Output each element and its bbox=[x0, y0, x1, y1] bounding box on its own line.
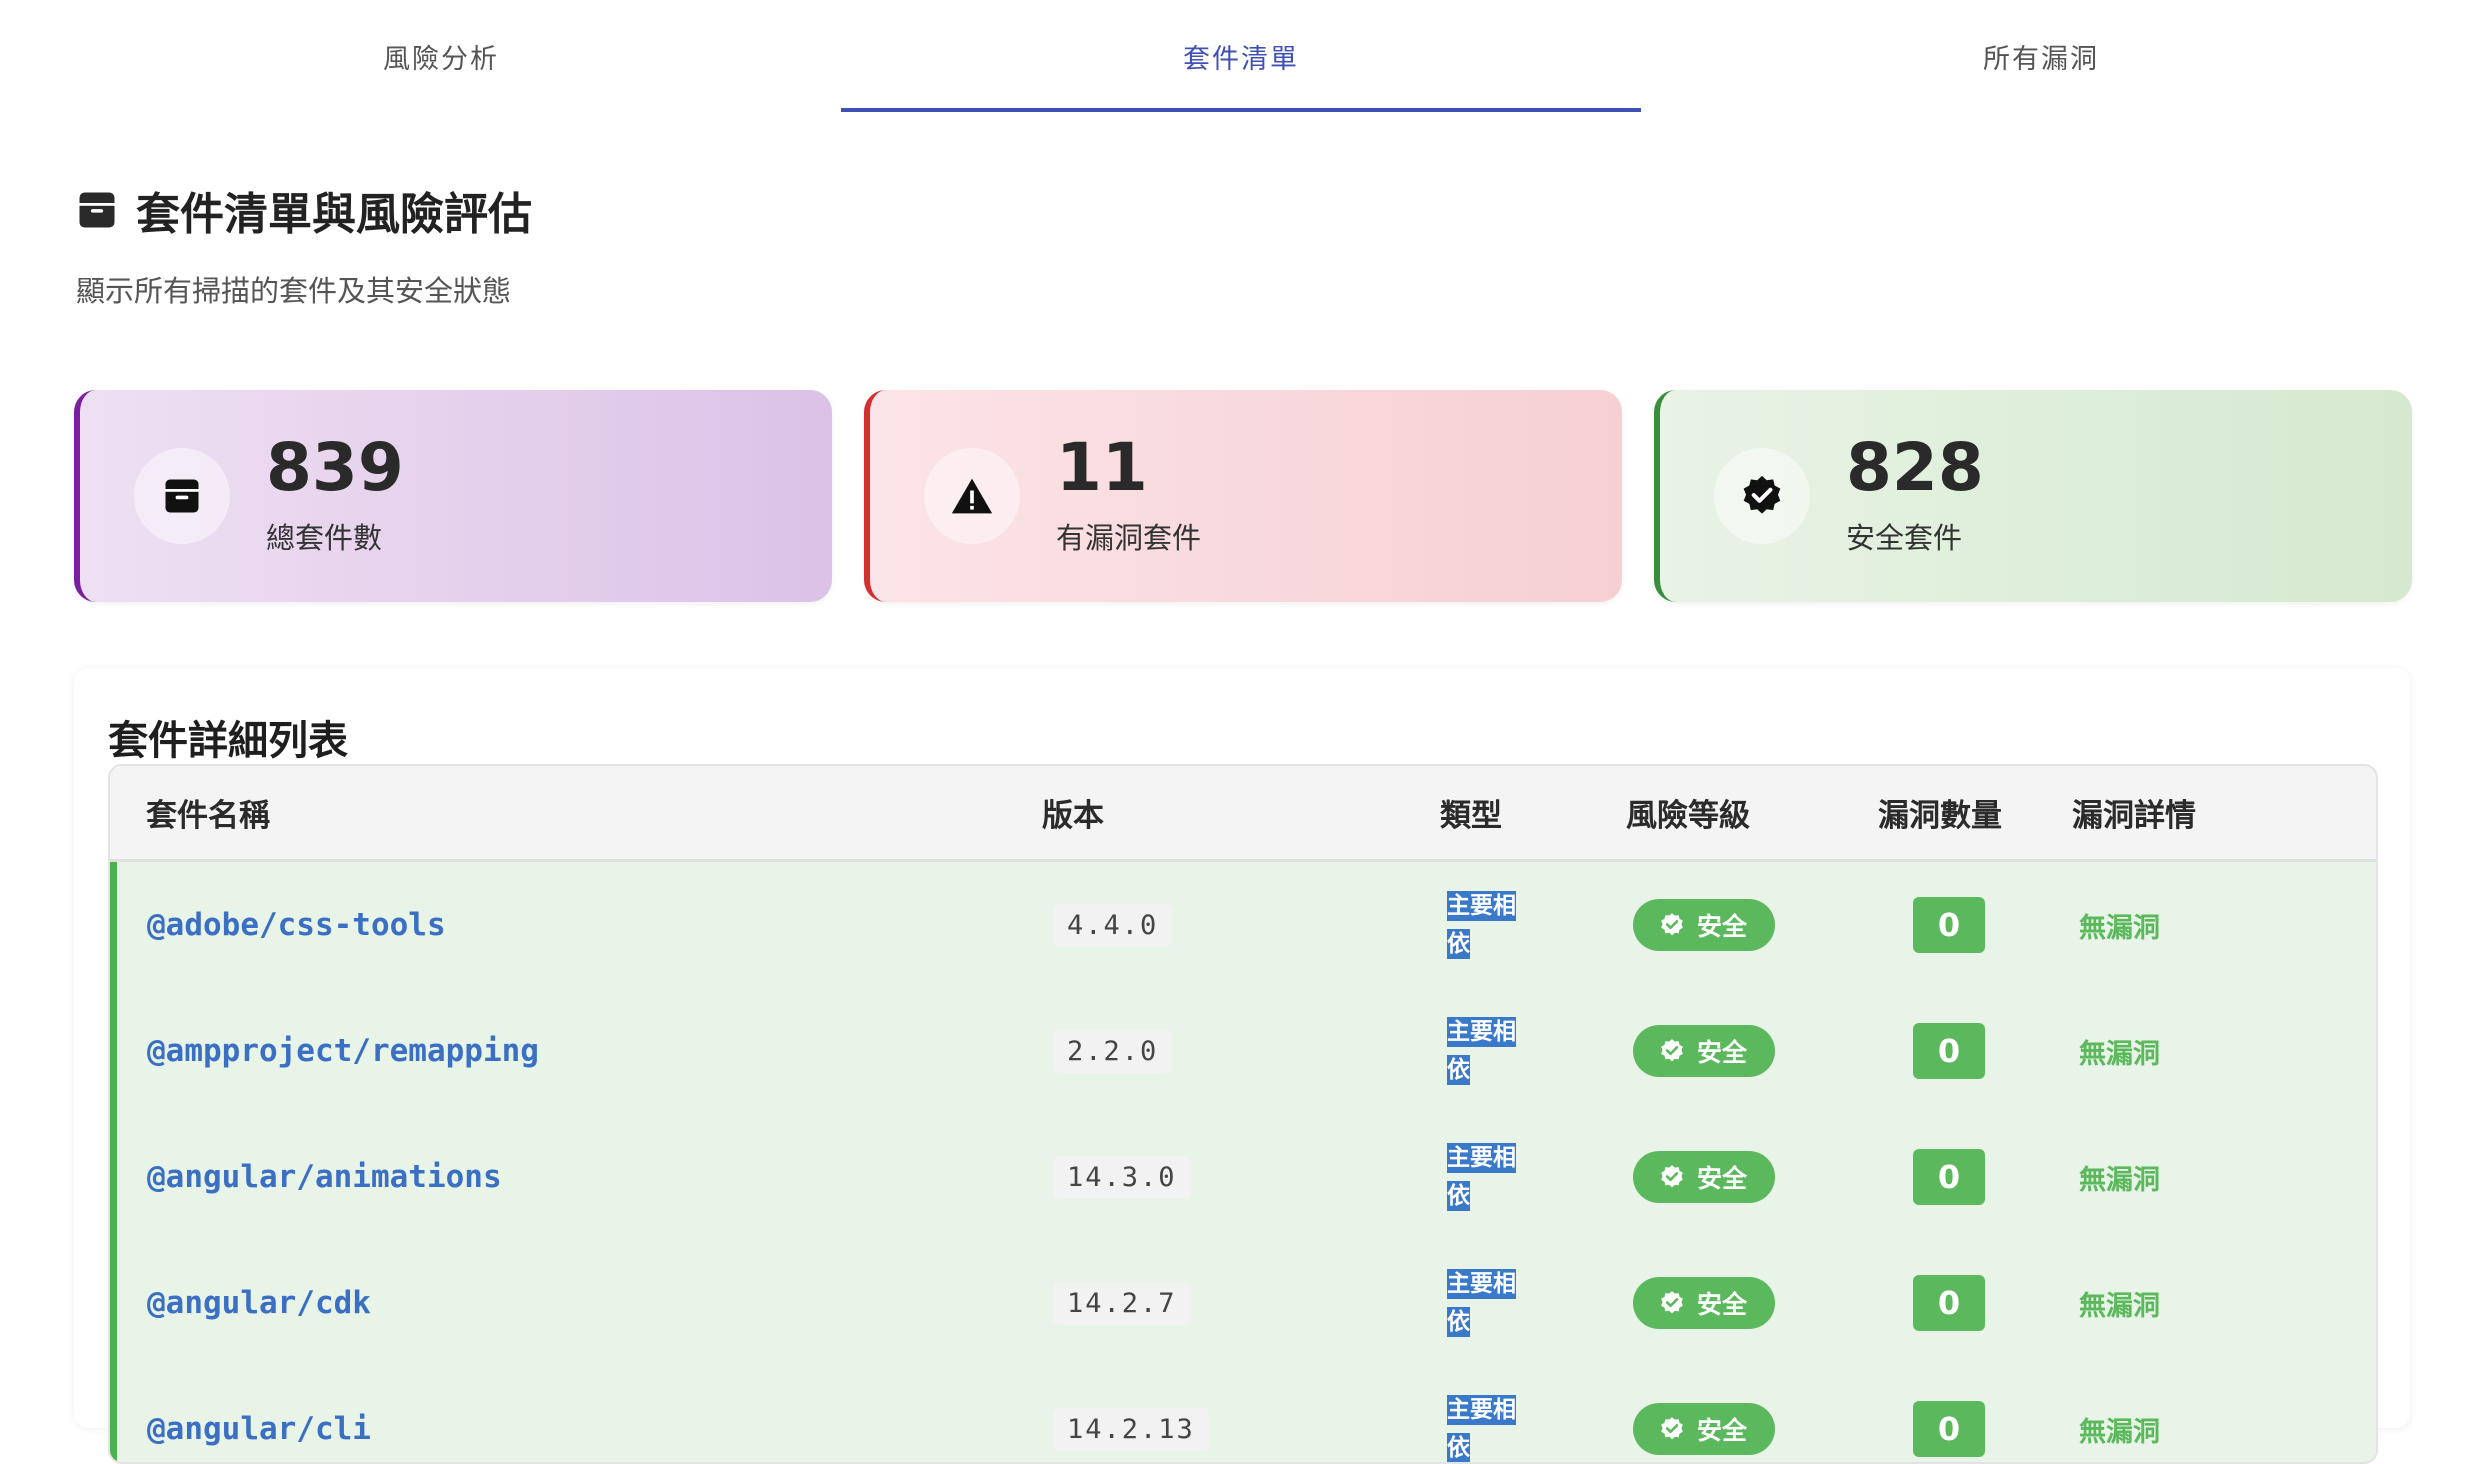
package-name-link[interactable]: @angular/animations bbox=[147, 1159, 502, 1195]
risk-label: 安全 bbox=[1697, 1038, 1748, 1067]
package-name-link[interactable]: @angular/cli bbox=[147, 1411, 371, 1447]
stat-icon-wrap bbox=[1714, 448, 1810, 544]
table-header: 套件名稱 版本 類型 風險等級 漏洞數量 漏洞詳情 bbox=[110, 766, 2376, 862]
risk-badge: 安全 bbox=[1633, 1151, 1776, 1203]
table-row: @angular/animations 14.3.0 主要相依 安全 0 無漏洞 bbox=[110, 1114, 2376, 1240]
check-circle-icon bbox=[1661, 913, 1683, 936]
check-circle-icon bbox=[1661, 1417, 1683, 1440]
version-tag: 4.4.0 bbox=[1053, 903, 1173, 947]
risk-label: 安全 bbox=[1697, 912, 1748, 941]
stat-text: 11 有漏洞套件 bbox=[1056, 435, 1201, 557]
check-circle-icon bbox=[1661, 1165, 1683, 1188]
version-tag: 2.2.0 bbox=[1053, 1029, 1173, 1073]
risk-label: 安全 bbox=[1697, 1164, 1748, 1193]
tab-all-vulnerabilities[interactable]: 所有漏洞 bbox=[1641, 0, 2441, 112]
warning-triangle-icon bbox=[951, 478, 993, 514]
stat-cards: 839 總套件數 11 有漏洞套件 828 安全套件 bbox=[74, 390, 2412, 602]
risk-badge: 安全 bbox=[1633, 899, 1776, 951]
column-header-type[interactable]: 類型 bbox=[1440, 790, 1502, 835]
column-header-risk[interactable]: 風險等級 bbox=[1626, 790, 1750, 835]
version-tag: 14.2.7 bbox=[1053, 1281, 1191, 1325]
check-circle-icon bbox=[1661, 1039, 1683, 1062]
stat-icon-wrap bbox=[134, 448, 230, 544]
verified-badge-icon bbox=[1743, 475, 1781, 514]
page-title-text: 套件清單與風險評估 bbox=[136, 189, 532, 240]
stat-card-total: 839 總套件數 bbox=[74, 390, 832, 602]
type-badge: 主要相依 bbox=[1447, 1143, 1516, 1211]
stat-label-safe: 安全套件 bbox=[1846, 521, 1963, 555]
vulnerability-detail: 無漏洞 bbox=[2079, 912, 2160, 944]
page-title: 套件清單與風險評估 bbox=[76, 178, 532, 242]
type-badge: 主要相依 bbox=[1447, 1269, 1516, 1337]
vulnerability-count-badge: 0 bbox=[1913, 897, 1985, 953]
section-title: 套件詳細列表 bbox=[108, 718, 348, 764]
tab-risk-analysis[interactable]: 風險分析 bbox=[41, 0, 841, 112]
vulnerability-count-badge: 0 bbox=[1913, 1149, 1985, 1205]
column-header-detail[interactable]: 漏洞詳情 bbox=[2072, 790, 2196, 835]
stat-value-safe: 828 bbox=[1846, 429, 1984, 506]
risk-badge: 安全 bbox=[1633, 1277, 1776, 1329]
package-name-link[interactable]: @angular/cdk bbox=[147, 1285, 371, 1321]
archive-box-icon bbox=[79, 192, 115, 228]
stat-card-vulnerable: 11 有漏洞套件 bbox=[864, 390, 1622, 602]
risk-badge: 安全 bbox=[1633, 1025, 1776, 1077]
stat-icon-wrap bbox=[924, 448, 1020, 544]
check-circle-icon bbox=[1661, 1291, 1683, 1314]
type-badge: 主要相依 bbox=[1447, 891, 1516, 959]
type-badge: 主要相依 bbox=[1447, 1017, 1516, 1085]
page-header: 套件清單與風險評估 顯示所有掃描的套件及其安全狀態 bbox=[76, 178, 532, 310]
vulnerability-count-badge: 0 bbox=[1913, 1275, 1985, 1331]
version-tag: 14.3.0 bbox=[1053, 1155, 1191, 1199]
stat-value-vulnerable: 11 bbox=[1056, 429, 1148, 506]
risk-label: 安全 bbox=[1697, 1416, 1748, 1445]
table-row: @adobe/css-tools 4.4.0 主要相依 安全 0 無漏洞 bbox=[110, 862, 2376, 988]
table-row: @angular/cli 14.2.13 主要相依 安全 0 無漏洞 bbox=[110, 1366, 2376, 1462]
package-name-link[interactable]: @ampproject/remapping bbox=[147, 1033, 539, 1069]
column-header-name[interactable]: 套件名稱 bbox=[146, 790, 270, 835]
risk-badge: 安全 bbox=[1633, 1403, 1776, 1455]
stat-text: 839 總套件數 bbox=[266, 435, 404, 557]
stat-card-safe: 828 安全套件 bbox=[1654, 390, 2412, 602]
archive-box-icon bbox=[165, 479, 199, 513]
vulnerability-detail: 無漏洞 bbox=[2079, 1164, 2160, 1196]
vulnerability-count-badge: 0 bbox=[1913, 1401, 1985, 1457]
package-table-section: 套件詳細列表 套件名稱 版本 類型 風險等級 漏洞數量 漏洞詳情 @adobe/… bbox=[74, 668, 2410, 1464]
column-header-count[interactable]: 漏洞數量 bbox=[1878, 790, 2002, 835]
vulnerability-count-badge: 0 bbox=[1913, 1023, 1985, 1079]
package-name-link[interactable]: @adobe/css-tools bbox=[147, 907, 446, 943]
table-row: @angular/cdk 14.2.7 主要相依 安全 0 無漏洞 bbox=[110, 1240, 2376, 1366]
package-table: 套件名稱 版本 類型 風險等級 漏洞數量 漏洞詳情 @adobe/css-too… bbox=[108, 764, 2378, 1464]
tab-bar: 風險分析 套件清單 所有漏洞 bbox=[0, 0, 2482, 112]
table-row: @ampproject/remapping 2.2.0 主要相依 安全 0 無漏… bbox=[110, 988, 2376, 1114]
version-tag: 14.2.13 bbox=[1053, 1407, 1209, 1451]
tab-list: 風險分析 套件清單 所有漏洞 bbox=[41, 0, 2441, 112]
stat-value-total: 839 bbox=[266, 429, 404, 506]
vulnerability-detail: 無漏洞 bbox=[2079, 1290, 2160, 1322]
tab-package-list[interactable]: 套件清單 bbox=[841, 0, 1641, 112]
vulnerability-detail: 無漏洞 bbox=[2079, 1038, 2160, 1070]
stat-text: 828 安全套件 bbox=[1846, 435, 1984, 557]
stat-label-vulnerable: 有漏洞套件 bbox=[1056, 521, 1202, 555]
vulnerability-detail: 無漏洞 bbox=[2079, 1416, 2160, 1448]
page-subtitle: 顯示所有掃描的套件及其安全狀態 bbox=[76, 274, 512, 308]
column-header-version[interactable]: 版本 bbox=[1042, 790, 1104, 835]
stat-label-total: 總套件數 bbox=[266, 521, 383, 555]
risk-label: 安全 bbox=[1697, 1290, 1748, 1319]
